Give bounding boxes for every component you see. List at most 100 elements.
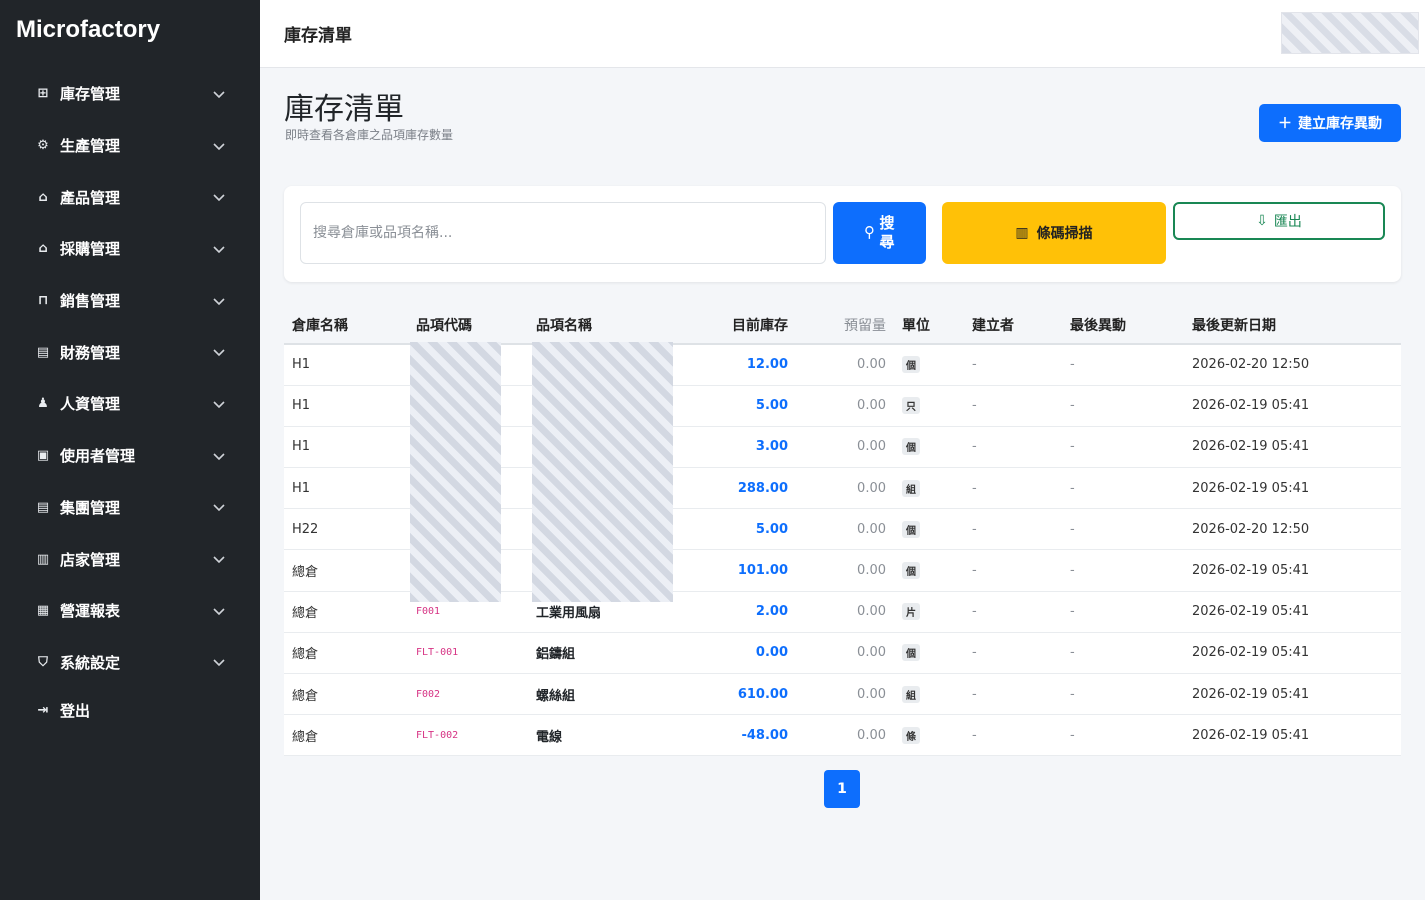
breadcrumb: 庫存清單 <box>284 26 352 46</box>
cell-warehouse: H1 <box>284 344 408 386</box>
cell-reserved: 0.00 <box>796 549 894 592</box>
col-updated-date[interactable]: 最後更新日期 <box>1184 306 1401 345</box>
create-button-label: 建立庫存異動 <box>1298 116 1382 132</box>
sidebar-item-label: 使用者管理 <box>60 447 136 466</box>
search-button[interactable]: ⚲ 搜尋 <box>833 202 926 264</box>
table-row[interactable]: 總倉 FLT-002 電線 -48.00 0.00 條 - -2026-02-19 05:41 <box>284 714 1401 757</box>
nav-icon: ▥ <box>36 551 50 567</box>
sidebar: Microfactory ⊞ 庫存管理 ⚙ 生產管理 ⌂ 產品管理 ⌂ 採購管理 ⊓ 銷售管理 ▤ 財… <box>0 0 260 900</box>
cell-warehouse: H1 <box>284 426 408 469</box>
table-row[interactable]: 總倉 FLT-001 鋁鑄組 0.00 0.00 個 - -2026-02-19 05:41 <box>284 632 1401 675</box>
logout-label: 登出 <box>60 701 91 720</box>
sidebar-item-label: 庫存管理 <box>60 85 121 104</box>
col-unit[interactable]: 單位 <box>894 306 964 345</box>
chevron-down-icon <box>212 655 226 669</box>
unit-badge: 只 <box>902 397 920 415</box>
col-reserved[interactable]: 預留量 <box>796 306 894 345</box>
chevron-down-icon <box>212 604 226 618</box>
cell-current-stock: 288.00 <box>678 467 796 510</box>
chevron-down-icon <box>212 294 226 308</box>
unit-badge: 個 <box>902 438 920 456</box>
unit-badge: 個 <box>902 356 920 374</box>
sidebar-item-label: 產品管理 <box>60 188 121 207</box>
cell-reserved: 0.00 <box>796 632 894 675</box>
unit-badge: 個 <box>902 520 920 538</box>
cell-current-stock: 610.00 <box>678 673 796 716</box>
cell-unit: 只 <box>894 385 964 427</box>
cell-unit: 個 <box>894 632 964 675</box>
cell-item-name: 鋁鑄組 <box>528 632 678 675</box>
cell-updated-date: 2026-02-20 12:50 <box>1184 344 1401 386</box>
col-last-change[interactable]: 最後異動 <box>1062 306 1184 345</box>
sidebar-item-2[interactable]: ⌂ 產品管理 <box>0 171 260 223</box>
barcode-scan-button[interactable]: ▥ 條碼掃描 <box>942 202 1166 264</box>
sidebar-item-label: 生產管理 <box>60 137 121 156</box>
cell-warehouse: 總倉 <box>284 549 408 592</box>
sidebar-item-11[interactable]: ⛉ 系統設定 <box>0 637 260 689</box>
cell-warehouse: 總倉 <box>284 714 408 757</box>
cell-unit: 個 <box>894 549 964 592</box>
page-title: 庫存清單 <box>284 92 404 127</box>
cell-last-change: - <box>1062 714 1184 757</box>
page-subtitle: 即時查看各倉庫之品項庫存數量 <box>285 128 454 142</box>
col-item-name[interactable]: 品項名稱 <box>528 306 678 345</box>
cell-current-stock: 5.00 <box>678 508 796 551</box>
cell-reserved: 0.00 <box>796 385 894 427</box>
col-warehouse[interactable]: 倉庫名稱 <box>284 306 408 345</box>
cell-unit: 組 <box>894 467 964 510</box>
sidebar-item-label: 人資管理 <box>60 395 121 414</box>
pagination-page-1[interactable]: 1 <box>824 770 860 808</box>
cell-warehouse: 總倉 <box>284 632 408 675</box>
sidebar-item-label: 營運報表 <box>60 602 121 621</box>
cell-creator: - <box>964 426 1062 469</box>
chevron-down-icon <box>212 500 226 514</box>
brand-logo[interactable]: Microfactory <box>0 0 260 64</box>
cell-warehouse: 總倉 <box>284 673 408 716</box>
cell-warehouse: H1 <box>284 467 408 510</box>
search-input[interactable] <box>300 202 826 264</box>
nav-icon: ⚙ <box>37 138 49 154</box>
cell-creator: - <box>964 344 1062 386</box>
barcode-icon: ▥ <box>1015 225 1029 241</box>
cell-last-change: - <box>1062 632 1184 675</box>
sidebar-item-9[interactable]: ▥ 店家管理 <box>0 533 260 585</box>
col-current-stock[interactable]: 目前庫存 <box>678 306 796 345</box>
cell-creator: - <box>964 385 1062 427</box>
create-stock-movement-button[interactable]: ＋ 建立庫存異動 <box>1259 104 1401 142</box>
sidebar-item-0[interactable]: ⊞ 庫存管理 <box>0 68 260 120</box>
nav-icon: ♟ <box>37 396 49 412</box>
unit-badge: 組 <box>902 479 920 497</box>
sidebar-item-7[interactable]: ▣ 使用者管理 <box>0 430 260 482</box>
sidebar-item-1[interactable]: ⚙ 生產管理 <box>0 120 260 172</box>
unit-badge: 個 <box>902 562 920 580</box>
sidebar-item-8[interactable]: ▤ 集團管理 <box>0 482 260 534</box>
nav-icon: ▦ <box>36 603 50 619</box>
plus-icon: ＋ <box>1278 116 1292 132</box>
sidebar-item-10[interactable]: ▦ 營運報表 <box>0 585 260 637</box>
sidebar-item-4[interactable]: ⊓ 銷售管理 <box>0 275 260 327</box>
sidebar-item-6[interactable]: ♟ 人資管理 <box>0 378 260 430</box>
sidebar-item-5[interactable]: ▤ 財務管理 <box>0 326 260 378</box>
cell-current-stock: 0.00 <box>678 632 796 675</box>
cell-creator: - <box>964 673 1062 716</box>
nav-icon: ⊞ <box>37 86 49 102</box>
sidebar-item-label: 採購管理 <box>60 240 121 259</box>
logout-item[interactable]: ⇥ 登出 <box>0 688 260 732</box>
barcode-button-label: 條碼掃描 <box>1036 226 1093 242</box>
sidebar-item-3[interactable]: ⌂ 採購管理 <box>0 223 260 275</box>
sidebar-item-label: 店家管理 <box>60 550 121 569</box>
cell-unit: 片 <box>894 591 964 633</box>
search-card: ⚲ 搜尋 ▥ 條碼掃描 ⇩ 匯出 <box>284 186 1401 282</box>
cell-item-code: FLT-001 <box>408 632 528 675</box>
cell-unit: 個 <box>894 426 964 469</box>
cell-creator: - <box>964 549 1062 592</box>
col-item-code[interactable]: 品項代碼 <box>408 306 528 345</box>
cell-warehouse: 總倉 <box>284 591 408 633</box>
cell-reserved: 0.00 <box>796 467 894 510</box>
cell-last-change: - <box>1062 344 1184 386</box>
user-menu[interactable] <box>1281 12 1419 54</box>
cell-reserved: 0.00 <box>796 426 894 469</box>
export-button[interactable]: ⇩ 匯出 <box>1173 202 1385 240</box>
col-creator[interactable]: 建立者 <box>964 306 1062 345</box>
table-row[interactable]: 總倉 F002 螺絲組 610.00 0.00 組 - -2026-02-19 05:41 <box>284 673 1401 716</box>
